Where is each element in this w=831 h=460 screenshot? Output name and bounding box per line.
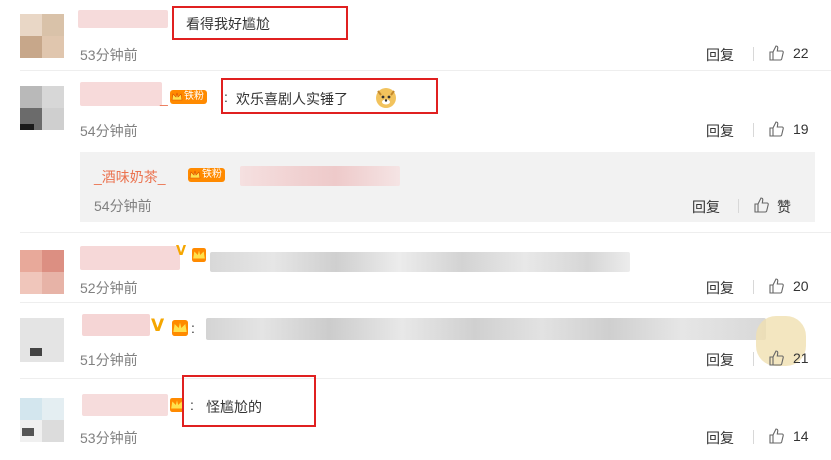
colon: : bbox=[191, 320, 195, 336]
vip-badge: V bbox=[151, 316, 165, 336]
comment-time: 51分钟前 bbox=[80, 352, 138, 368]
sub-reply-panel: _酒味奶茶_ 铁粉 54分钟前 回复 赞 bbox=[80, 152, 815, 222]
thumbs-up-icon[interactable] bbox=[768, 350, 784, 366]
text-redacted bbox=[206, 318, 766, 340]
fan-badge: 铁粉 bbox=[188, 168, 225, 182]
reply-button[interactable]: 回复 bbox=[706, 428, 734, 448]
username-redacted[interactable] bbox=[82, 314, 150, 336]
thumbs-up-icon[interactable] bbox=[753, 197, 769, 213]
divider bbox=[753, 47, 754, 61]
crown-icon bbox=[192, 248, 206, 262]
colon: : bbox=[190, 397, 194, 413]
comment-divider bbox=[20, 302, 831, 303]
comment-time: 53分钟前 bbox=[80, 47, 138, 63]
comment-time: 53分钟前 bbox=[80, 430, 138, 446]
like-count: 22 bbox=[793, 45, 809, 61]
comment-divider bbox=[20, 378, 831, 379]
sub-reply-username[interactable]: _酒味奶茶_ bbox=[94, 167, 166, 187]
username-redacted[interactable] bbox=[82, 394, 168, 416]
like-label[interactable]: 赞 bbox=[777, 197, 791, 217]
thumbs-up-icon[interactable] bbox=[768, 278, 784, 294]
avatar[interactable] bbox=[20, 250, 64, 294]
reply-button[interactable]: 回复 bbox=[706, 278, 734, 298]
comment-time: 52分钟前 bbox=[80, 280, 138, 296]
username-redacted[interactable] bbox=[80, 82, 162, 106]
sub-reply-time: 54分钟前 bbox=[94, 198, 152, 214]
doge-emoji-icon bbox=[376, 88, 396, 108]
avatar[interactable] bbox=[20, 14, 64, 58]
divider bbox=[753, 280, 754, 294]
comment-text: 欢乐喜剧人实锤了 bbox=[236, 91, 348, 107]
username-suffix[interactable]: _ bbox=[160, 90, 168, 106]
thumbs-up-icon[interactable] bbox=[768, 45, 784, 61]
comment-divider bbox=[20, 232, 831, 233]
comment-text: 怪尴尬的 bbox=[206, 399, 262, 415]
reply-button[interactable]: 回复 bbox=[692, 197, 720, 217]
crown-icon bbox=[189, 170, 201, 179]
reply-button[interactable]: 回复 bbox=[706, 121, 734, 141]
divider bbox=[753, 430, 754, 444]
username-redacted[interactable] bbox=[78, 10, 168, 28]
divider bbox=[753, 352, 754, 366]
like-count: 21 bbox=[793, 350, 809, 366]
username-redacted[interactable] bbox=[80, 246, 180, 270]
like-count: 19 bbox=[793, 121, 809, 137]
comment-text: 看得我好尴尬 bbox=[186, 16, 270, 32]
thumbs-up-icon[interactable] bbox=[768, 428, 784, 444]
divider bbox=[738, 199, 739, 213]
thumbs-up-icon[interactable] bbox=[768, 121, 784, 137]
text-redacted bbox=[210, 252, 630, 272]
like-count: 20 bbox=[793, 278, 809, 294]
crown-icon bbox=[171, 92, 183, 101]
colon: : bbox=[224, 89, 228, 105]
text-redacted bbox=[240, 166, 400, 186]
divider bbox=[753, 123, 754, 137]
reply-button[interactable]: 回复 bbox=[706, 45, 734, 65]
crown-icon bbox=[172, 320, 188, 336]
vip-badge: V bbox=[176, 244, 187, 259]
avatar[interactable] bbox=[20, 318, 64, 362]
reply-button[interactable]: 回复 bbox=[706, 350, 734, 370]
avatar[interactable] bbox=[20, 86, 64, 130]
comment-time: 54分钟前 bbox=[80, 123, 138, 139]
avatar[interactable] bbox=[20, 398, 64, 442]
like-count: 14 bbox=[793, 428, 809, 444]
fan-badge: 铁粉 bbox=[170, 90, 207, 104]
comment-divider bbox=[20, 70, 831, 71]
